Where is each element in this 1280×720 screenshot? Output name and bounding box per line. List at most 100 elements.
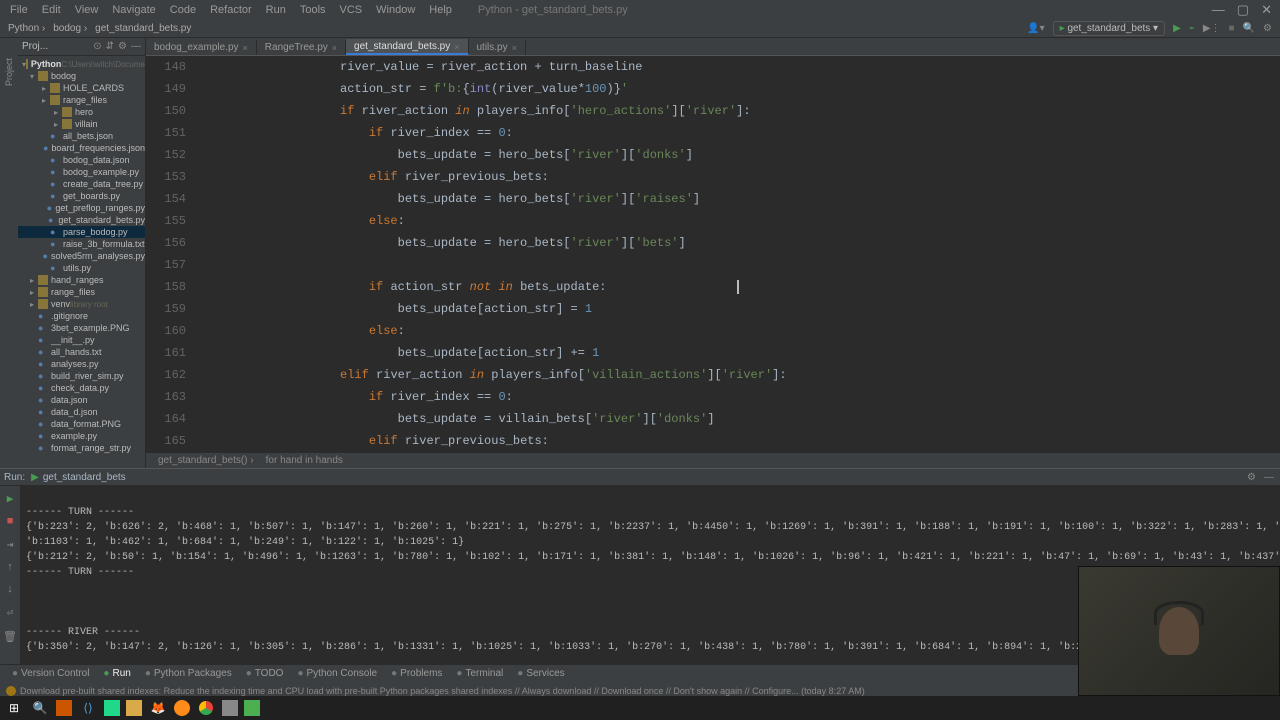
tree-root[interactable]: ▾Python C:\Users\witch\Docume (18, 58, 145, 70)
tool-run[interactable]: ●Run (97, 668, 136, 679)
bulb-icon[interactable] (6, 686, 16, 696)
tree-item[interactable]: ▸range_files (18, 286, 145, 298)
tree-item[interactable]: ●.gitignore (18, 310, 145, 322)
stop-button[interactable]: ■ (1229, 23, 1235, 34)
tree-item[interactable]: ●utils.py (18, 262, 145, 274)
tree-item[interactable]: ●bodog_data.json (18, 154, 145, 166)
chrome-icon[interactable] (196, 698, 216, 718)
tree-item[interactable]: ●create_data_tree.py (18, 178, 145, 190)
tree-item[interactable]: ●data_d.json (18, 406, 145, 418)
tree-item[interactable]: ▸range_files (18, 94, 145, 106)
tree-item[interactable]: ●format_range_str.py (18, 442, 145, 454)
tree-item[interactable]: ●bodog_example.py (18, 166, 145, 178)
editor-tab[interactable]: get_standard_bets.py× (346, 39, 468, 55)
misc-icon[interactable] (222, 700, 238, 716)
project-tool-button[interactable]: Project (4, 58, 14, 86)
menu-code[interactable]: Code (164, 2, 202, 18)
menu-tools[interactable]: Tools (294, 2, 332, 18)
run-hide-icon[interactable]: — (1264, 472, 1274, 483)
more-run-icon[interactable]: ▶⋮ (1203, 23, 1221, 34)
tree-item[interactable]: ▸hero (18, 106, 145, 118)
editor-breadcrumb-item[interactable]: get_standard_bets() › (152, 455, 260, 466)
tab-close-icon[interactable]: × (332, 43, 337, 53)
editor-tab[interactable]: bodog_example.py× (146, 40, 257, 55)
windows-taskbar[interactable]: ⊞ 🔍 ⟨⟩ 🦊 (0, 696, 1280, 720)
menu-run[interactable]: Run (260, 2, 292, 18)
menu-help[interactable]: Help (423, 2, 458, 18)
menu-navigate[interactable]: Navigate (106, 2, 161, 18)
editor-breadcrumb-item[interactable]: for hand in hands (260, 455, 349, 466)
code-content[interactable]: river_value = river_action + turn_baseli… (196, 56, 1280, 452)
start-icon[interactable]: ⊞ (4, 698, 24, 718)
run-button[interactable]: ▶ (1173, 23, 1181, 34)
pycharm-icon[interactable] (104, 700, 120, 716)
tree-item[interactable]: ●check_data.py (18, 382, 145, 394)
tor-icon[interactable] (174, 700, 190, 716)
tool-terminal[interactable]: ●Terminal (450, 668, 509, 679)
tree-item[interactable]: ▾bodog (18, 70, 145, 82)
tree-item[interactable]: ●3bet_example.PNG (18, 322, 145, 334)
down-icon[interactable]: ↓ (7, 584, 14, 596)
explorer-icon[interactable] (126, 700, 142, 716)
tree-item[interactable]: ●data.json (18, 394, 145, 406)
run-tab[interactable]: get_standard_bets (43, 472, 126, 483)
select-opened-icon[interactable]: ⊙ (93, 41, 101, 52)
tree-item[interactable]: ●example.py (18, 430, 145, 442)
menu-vcs[interactable]: VCS (334, 2, 369, 18)
menu-view[interactable]: View (69, 2, 105, 18)
app-icon[interactable] (56, 700, 72, 716)
tree-item[interactable]: ●raise_3b_formula.txt (18, 238, 145, 250)
tree-item[interactable]: ▸HOLE_CARDS (18, 82, 145, 94)
tree-item[interactable]: ●board_frequencies.json (18, 142, 145, 154)
tree-item[interactable]: ▸hand_ranges (18, 274, 145, 286)
minimize-icon[interactable]: — (1212, 2, 1225, 18)
tree-item[interactable]: ●parse_bodog.py (18, 226, 145, 238)
tool-python-console[interactable]: ●Python Console (291, 668, 383, 679)
up-icon[interactable]: ↑ (7, 562, 14, 574)
hide-icon[interactable]: — (131, 41, 141, 52)
maximize-icon[interactable]: ▢ (1237, 2, 1249, 18)
settings-icon[interactable]: ⚙ (1263, 23, 1272, 34)
tree-item[interactable]: ●get_standard_bets.py (18, 214, 145, 226)
vscode-icon[interactable]: ⟨⟩ (78, 698, 98, 718)
tool-python-packages[interactable]: ●Python Packages (139, 668, 238, 679)
tree-item[interactable]: ●analyses.py (18, 358, 145, 370)
firefox-icon[interactable]: 🦊 (148, 698, 168, 718)
close-icon[interactable]: ✕ (1261, 2, 1272, 18)
tree-item[interactable]: ●all_hands.txt (18, 346, 145, 358)
tree-item[interactable]: ●solved5rm_analyses.py (18, 250, 145, 262)
tree-settings-icon[interactable]: ⚙ (118, 41, 127, 52)
menu-file[interactable]: File (4, 2, 34, 18)
tree-item[interactable]: ●get_boards.py (18, 190, 145, 202)
stop-icon[interactable]: ■ (7, 516, 14, 528)
tool-todo[interactable]: ●TODO (240, 668, 290, 679)
editor-tab[interactable]: RangeTree.py× (257, 40, 346, 55)
menu-refactor[interactable]: Refactor (204, 2, 258, 18)
tree-item[interactable]: ▸villain (18, 118, 145, 130)
breadcrumb-item[interactable]: bodog › (49, 23, 91, 34)
run-settings-icon[interactable]: ⚙ (1247, 472, 1256, 483)
breadcrumb-item[interactable]: get_standard_bets.py (91, 23, 195, 34)
tool-services[interactable]: ●Services (511, 668, 570, 679)
tree-item[interactable]: ●__init__.py (18, 334, 145, 346)
search-taskbar-icon[interactable]: 🔍 (30, 698, 50, 718)
tree-item[interactable]: ▸venv library root (18, 298, 145, 310)
menu-edit[interactable]: Edit (36, 2, 67, 18)
project-tree[interactable]: Proj... ⊙⇵⚙— ▾Python C:\Users\witch\Docu… (18, 38, 146, 468)
tool-problems[interactable]: ●Problems (385, 668, 448, 679)
tree-item[interactable]: ●all_bets.json (18, 130, 145, 142)
print-icon[interactable]: 🗑 (3, 630, 17, 644)
editor-breadcrumb[interactable]: get_standard_bets() ›for hand in hands (146, 452, 1280, 468)
exit-icon[interactable]: ⇥ (7, 538, 14, 552)
code-area[interactable]: 1481491501511521531541551561571581591601… (146, 56, 1280, 452)
debug-button[interactable]: ⌁ (1189, 23, 1195, 34)
menu-window[interactable]: Window (370, 2, 421, 18)
expand-icon[interactable]: ⇵ (106, 41, 114, 52)
run-config-selector[interactable]: ▸ get_standard_bets ▾ (1053, 21, 1165, 36)
green-icon[interactable] (244, 700, 260, 716)
tree-item[interactable]: ●get_preflop_ranges.py (18, 202, 145, 214)
tab-close-icon[interactable]: × (512, 43, 517, 53)
editor-tab[interactable]: utils.py× (469, 40, 526, 55)
tab-close-icon[interactable]: × (454, 42, 459, 52)
soft-wrap-icon[interactable]: ⏎ (7, 606, 14, 620)
